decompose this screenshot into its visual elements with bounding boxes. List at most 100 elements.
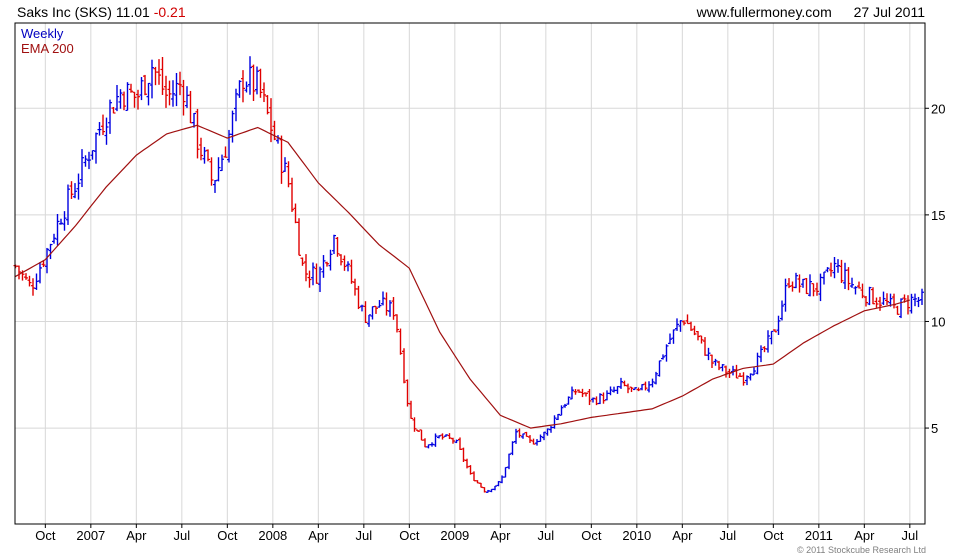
weekly-bar xyxy=(510,441,515,456)
weekly-bar xyxy=(258,68,263,98)
weekly-bar xyxy=(647,381,651,393)
weekly-bar xyxy=(762,346,767,353)
weekly-bar xyxy=(790,281,795,292)
weekly-bar xyxy=(374,305,378,314)
weekly-bar xyxy=(626,383,630,394)
weekly-bar xyxy=(528,435,532,443)
weekly-bar xyxy=(97,122,102,136)
price-chart: 5 10 15 20 Oct 2007 Apr Jul Oct 2008 Apr Jul Oct 200… xyxy=(13,22,945,543)
x-tick-label: Jul xyxy=(356,528,373,543)
weekly-bar xyxy=(650,378,655,388)
weekly-bar xyxy=(685,314,690,325)
weekly-bar xyxy=(853,286,858,295)
weekly-bar xyxy=(234,88,238,122)
weekly-bar xyxy=(493,485,497,491)
weekly-bar xyxy=(811,283,816,297)
x-tick-label: 2011 xyxy=(805,528,833,543)
weekly-bar xyxy=(706,347,711,361)
weekly-bar xyxy=(342,255,347,271)
weekly-bar xyxy=(521,433,525,439)
x-tick-label: Oct xyxy=(581,528,602,543)
weekly-bars xyxy=(13,56,924,493)
weekly-bar xyxy=(552,415,557,429)
weekly-bar xyxy=(293,203,298,224)
x-tick-label: Apr xyxy=(854,528,875,543)
weekly-bar xyxy=(703,337,707,356)
weekly-bar xyxy=(402,348,406,384)
x-tick-label: Apr xyxy=(308,528,329,543)
weekly-bar xyxy=(780,300,784,321)
x-tick-label: Oct xyxy=(399,528,420,543)
weekly-bar xyxy=(80,149,84,188)
weekly-bar xyxy=(209,157,214,186)
weekly-bar xyxy=(692,325,697,336)
weekly-bar xyxy=(689,321,693,331)
weekly-bar xyxy=(167,80,172,106)
weekly-bar xyxy=(230,110,235,143)
weekly-bar xyxy=(507,453,511,470)
weekly-bar xyxy=(377,300,382,308)
weekly-bar xyxy=(307,270,312,288)
y-axis: 5 10 15 20 xyxy=(925,101,945,436)
weekly-bar xyxy=(237,80,242,98)
weekly-bar xyxy=(125,82,130,112)
weekly-bar xyxy=(216,157,221,182)
weekly-bar xyxy=(738,372,742,377)
weekly-bar xyxy=(615,385,620,394)
weekly-bar xyxy=(423,438,427,448)
weekly-bar xyxy=(598,393,602,405)
weekly-bar xyxy=(787,278,791,289)
weekly-bar xyxy=(34,273,39,290)
weekly-bar xyxy=(220,154,224,172)
weekly-bar xyxy=(783,278,788,312)
weekly-bar xyxy=(832,256,837,279)
weekly-bar xyxy=(262,82,266,103)
weekly-bar xyxy=(38,262,42,284)
weekly-bar xyxy=(482,487,487,493)
weekly-bar xyxy=(332,234,336,255)
legend-entry: Weekly xyxy=(21,26,64,41)
weekly-bar xyxy=(349,259,354,284)
weekly-bar xyxy=(759,345,763,363)
x-tick-label: Oct xyxy=(763,528,784,543)
weekly-bar xyxy=(321,255,326,278)
x-tick-label: 2007 xyxy=(76,528,105,543)
weekly-bar xyxy=(710,354,714,369)
weekly-bar xyxy=(895,305,900,315)
weekly-bar xyxy=(808,274,812,297)
weekly-bar xyxy=(206,149,210,162)
weekly-bar xyxy=(115,85,119,112)
weekly-bar xyxy=(594,396,599,406)
weekly-bar xyxy=(430,442,434,447)
weekly-bar xyxy=(241,70,245,103)
weekly-bar xyxy=(69,181,74,199)
weekly-bar xyxy=(846,267,851,291)
weekly-bar xyxy=(822,271,826,285)
weekly-bar xyxy=(388,300,392,317)
weekly-bar xyxy=(458,437,462,450)
weekly-bar xyxy=(325,261,329,267)
x-tick-label: Jul xyxy=(174,528,191,543)
weekly-bar xyxy=(731,365,735,376)
weekly-bar xyxy=(874,297,879,308)
ema-200-line xyxy=(14,124,910,429)
weekly-bar xyxy=(486,489,490,493)
x-axis: Oct 2007 Apr Jul Oct 2008 Apr Jul Oct 2009 Apr Jul O… xyxy=(35,524,918,543)
weekly-bar xyxy=(843,262,847,290)
y-tick-label: 5 xyxy=(931,421,938,436)
x-tick-label: 2010 xyxy=(622,528,651,543)
weekly-bar xyxy=(367,314,371,327)
weekly-bar xyxy=(479,482,483,488)
weekly-bar xyxy=(300,257,305,266)
weekly-bar xyxy=(66,184,70,225)
weekly-bar xyxy=(118,89,123,109)
weekly-bar xyxy=(580,388,585,398)
weekly-bar xyxy=(867,286,872,306)
weekly-bar xyxy=(335,237,340,257)
weekly-bar xyxy=(657,360,662,377)
weekly-bar xyxy=(563,403,567,408)
weekly-bar xyxy=(94,132,98,164)
weekly-bar xyxy=(297,218,301,256)
weekly-bar xyxy=(696,331,700,341)
weekly-bar xyxy=(171,80,175,107)
